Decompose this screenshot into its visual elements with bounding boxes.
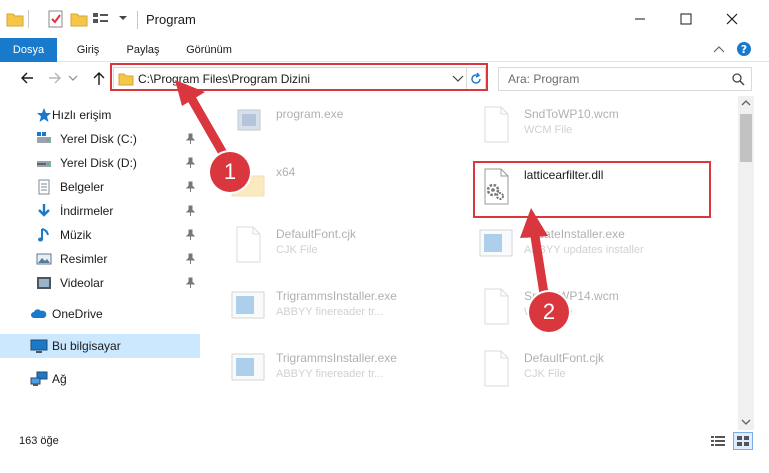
step-badge-1: 1 — [210, 152, 250, 192]
arrow-to-file — [520, 208, 550, 305]
arrow-to-address — [175, 80, 233, 167]
step-badge-2: 2 — [529, 292, 569, 332]
annotation-arrows — [175, 80, 550, 305]
